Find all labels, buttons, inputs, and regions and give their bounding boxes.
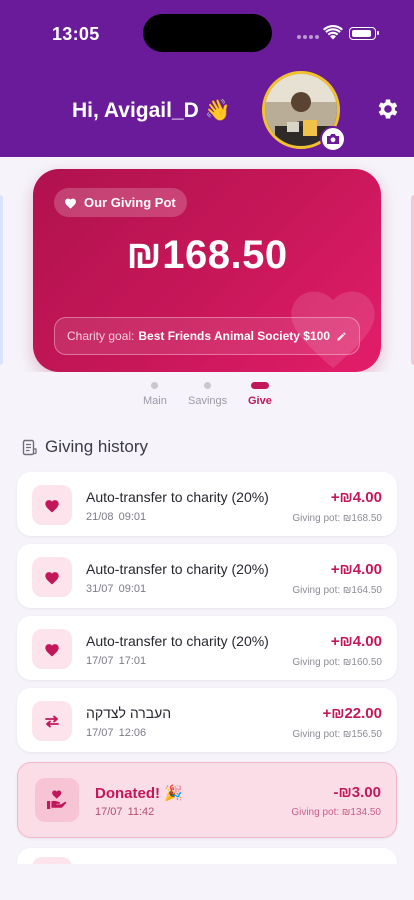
giving-pot-badge-label: Our Giving Pot — [84, 195, 176, 210]
page-tabs: Main Savings Give — [0, 372, 414, 417]
giving-history-heading: Giving history — [22, 437, 148, 457]
camera-icon — [327, 134, 339, 144]
tab-indicator — [151, 382, 159, 389]
hand-heart-icon — [47, 790, 67, 809]
heart-icon — [45, 643, 59, 656]
tab-indicator-active — [250, 382, 269, 389]
cellular-signal-icon — [297, 34, 319, 40]
history-date: 17/07 17:01 — [86, 655, 147, 667]
tab-give-label: Give — [248, 395, 272, 407]
tab-give[interactable]: Give — [248, 382, 272, 407]
heart-icon — [45, 499, 59, 512]
charity-goal-value: Best Friends Animal Society $100 — [138, 329, 331, 343]
pencil-icon — [337, 331, 346, 341]
receipt-icon — [22, 439, 37, 455]
history-amount: +₪4.00 — [330, 561, 382, 578]
history-title: Auto-transfer to charity (20%) — [86, 633, 269, 649]
dynamic-island — [143, 14, 272, 52]
history-date: 17/07 12:06 — [86, 727, 147, 739]
charity-goal-button[interactable]: Charity goal: Best Friends Animal Societ… — [54, 317, 360, 355]
history-icon-box — [32, 629, 72, 669]
history-row[interactable]: Auto-transfer to charity (20%) 31/07 09:… — [17, 544, 397, 608]
status-bar: 13:05 — [0, 0, 414, 62]
history-title: Auto-transfer to charity (20%) — [86, 561, 269, 577]
history-balance: Giving pot: ₪168.50 — [292, 513, 382, 524]
battery-icon — [349, 27, 379, 40]
wifi-icon — [323, 25, 343, 40]
history-title: העברה לצדקה — [86, 705, 172, 721]
carousel-prev-peek — [0, 195, 3, 365]
history-row[interactable]: העברה לצדקה 17/07 12:06 +₪22.00 Giving p… — [17, 688, 397, 752]
giving-pot-balance: ₪168.50 — [126, 233, 288, 277]
history-date: 17/07 11:42 — [95, 806, 155, 818]
profile-avatar-group[interactable] — [262, 71, 346, 152]
history-date: 31/07 09:01 — [86, 583, 147, 595]
heart-icon — [65, 198, 76, 209]
history-balance: Giving pot: ₪134.50 — [291, 807, 381, 818]
history-row[interactable]: Auto-transfer to charity (20%) 21/08 09:… — [17, 472, 397, 536]
history-amount: +₪4.00 — [330, 489, 382, 506]
app-header: 13:05 Hi, Avigail_D 👋 — [0, 0, 414, 157]
tab-main-label: Main — [143, 395, 167, 407]
history-date: 21/08 09:01 — [86, 511, 147, 523]
heart-icon — [45, 571, 59, 584]
history-amount: +₪4.00 — [330, 633, 382, 650]
giving-pot-badge: Our Giving Pot — [54, 188, 187, 217]
settings-gear-icon[interactable] — [375, 96, 401, 122]
history-row[interactable]: Auto-transfer to charity (20%) 17/07 17:… — [17, 616, 397, 680]
transfer-arrows-icon — [45, 715, 59, 727]
history-title: Donated! 🎉 — [95, 785, 183, 802]
history-amount: -₪3.00 — [333, 784, 381, 801]
history-balance: Giving pot: ₪164.50 — [292, 585, 382, 596]
history-balance: Giving pot: ₪156.50 — [292, 729, 382, 740]
tab-main[interactable]: Main — [143, 382, 167, 407]
history-row-donated[interactable]: Donated! 🎉 17/07 11:42 -₪3.00 Giving pot… — [17, 762, 397, 838]
giving-pot-card[interactable]: Our Giving Pot ₪168.50 Charity goal: Bes… — [33, 169, 381, 372]
bottom-area — [0, 864, 414, 900]
history-icon-box — [35, 778, 79, 822]
history-balance: Giving pot: ₪160.50 — [292, 657, 382, 668]
tab-savings[interactable]: Savings — [188, 382, 227, 407]
greeting-text: Hi, Avigail_D 👋 — [72, 99, 231, 122]
change-photo-button[interactable] — [320, 126, 346, 152]
tab-savings-label: Savings — [188, 395, 228, 407]
giving-history-title: Giving history — [45, 437, 148, 456]
tab-indicator — [204, 382, 212, 389]
status-time: 13:05 — [52, 24, 100, 44]
history-title: Auto-transfer to charity (20%) — [86, 489, 269, 505]
history-icon-box — [32, 485, 72, 525]
history-icon-box — [32, 701, 72, 741]
history-amount: +₪22.00 — [322, 705, 382, 722]
charity-goal-label: Charity goal: — [67, 329, 135, 343]
history-icon-box — [32, 557, 72, 597]
